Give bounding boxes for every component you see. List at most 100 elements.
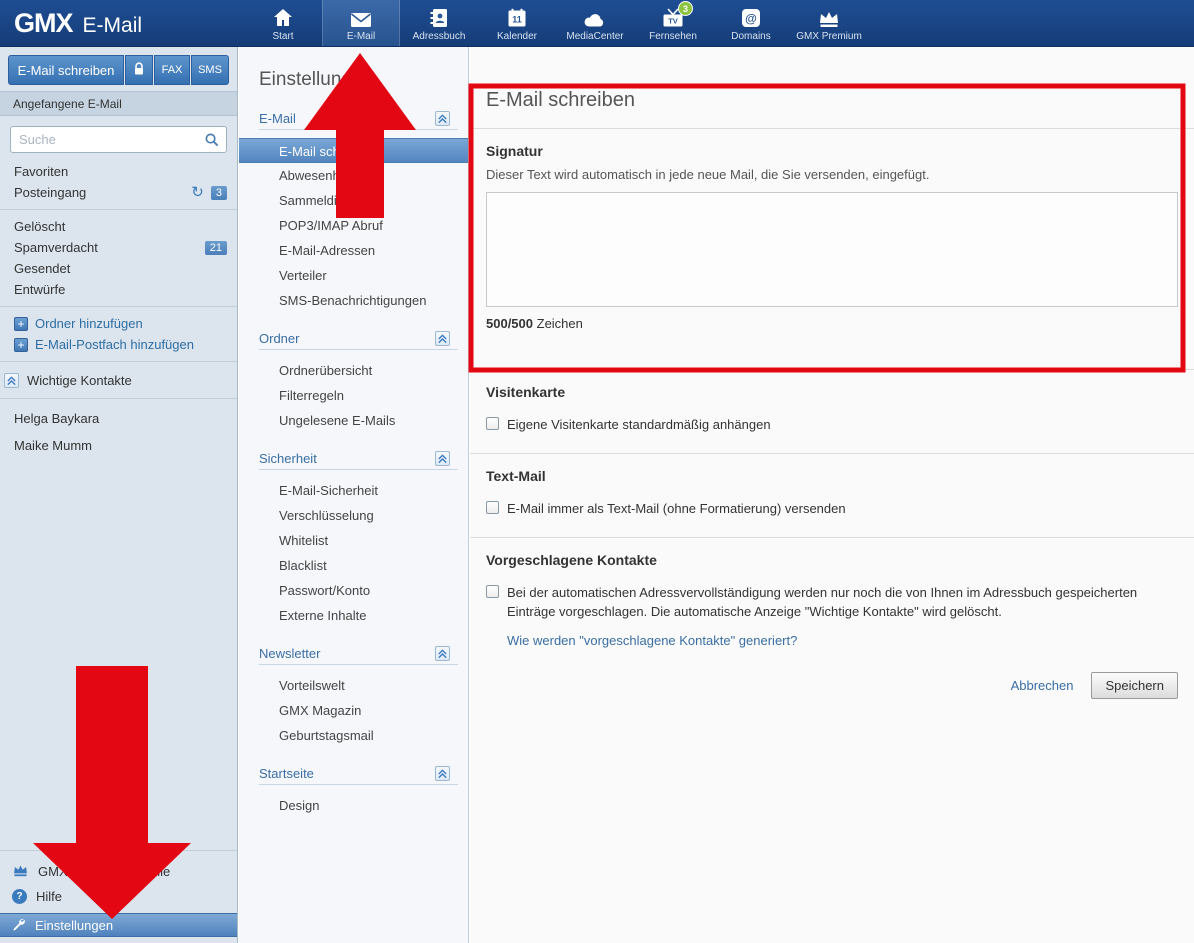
- folder-label: Posteingang: [14, 185, 86, 200]
- textmail-heading: Text-Mail: [486, 468, 1178, 484]
- menu-item-verteiler[interactable]: Verteiler: [239, 263, 468, 288]
- menu-item-sammeldienst[interactable]: Sammeldienst: [239, 188, 468, 213]
- menu-item-email-adressen[interactable]: E-Mail-Adressen: [239, 238, 468, 263]
- nav-label: MediaCenter: [566, 31, 623, 42]
- nav-item-adressbuch[interactable]: Adressbuch: [400, 0, 478, 46]
- menu-item-externe-inhalte[interactable]: Externe Inhalte: [239, 603, 468, 628]
- search-input[interactable]: [10, 126, 227, 153]
- visitenkarte-heading: Visitenkarte: [486, 384, 1178, 400]
- at-icon: @: [741, 6, 761, 28]
- menu-item-gmx-magazin[interactable]: GMX Magazin: [239, 698, 468, 723]
- spam-count-badge: 21: [205, 241, 227, 255]
- menu-item-geburtstagsmail[interactable]: Geburtstagsmail: [239, 723, 468, 748]
- nav-item-kalender[interactable]: 11 Kalender: [478, 0, 556, 46]
- menu-item-email-sicherheit[interactable]: E-Mail-Sicherheit: [239, 478, 468, 503]
- encrypted-compose-button[interactable]: [125, 55, 153, 85]
- brand-logo[interactable]: GMX E-Mail: [0, 8, 240, 39]
- sms-button[interactable]: SMS: [191, 55, 229, 85]
- collapse-icon[interactable]: [435, 646, 450, 661]
- hilfe-link[interactable]: ? Hilfe: [0, 884, 237, 909]
- cloud-icon: [583, 6, 607, 28]
- search-area: [0, 116, 237, 161]
- folder-item-favoriten[interactable]: Favoriten: [0, 161, 237, 182]
- addressbook-icon: [429, 6, 449, 28]
- folder-list: Favoriten Posteingang ↻ 3 Gelöscht Spamv…: [0, 161, 237, 459]
- collapse-icon[interactable]: [4, 373, 19, 388]
- nav-label: Kalender: [497, 31, 537, 42]
- add-folder-button[interactable]: + Ordner hinzufügen: [0, 313, 237, 334]
- crown-icon: [12, 864, 29, 880]
- settings-menu-panel: Einstellungen E-Mail E-Mail schreiben Ab…: [239, 47, 469, 943]
- visitenkarte-checkbox[interactable]: [486, 417, 499, 430]
- folder-item-spamverdacht[interactable]: Spamverdacht 21: [0, 237, 237, 258]
- folder-label: Gelöscht: [14, 219, 65, 234]
- add-mailbox-button[interactable]: + E-Mail-Postfach hinzufügen: [0, 334, 237, 355]
- contact-name: Maike Mumm: [14, 438, 92, 453]
- collapse-icon[interactable]: [435, 111, 450, 126]
- signature-heading: Signatur: [486, 143, 1178, 159]
- menu-item-sms-benachrichtigungen[interactable]: SMS-Benachrichtigungen: [239, 288, 468, 313]
- nav-label: E-Mail: [347, 31, 375, 42]
- signature-description: Dieser Text wird automatisch in jede neu…: [486, 167, 1178, 182]
- contact-name: Helga Baykara: [14, 411, 99, 426]
- collapse-icon[interactable]: [435, 451, 450, 466]
- menu-item-filterregeln[interactable]: Filterregeln: [239, 383, 468, 408]
- folder-item-geloescht[interactable]: Gelöscht: [0, 216, 237, 237]
- gmx-premium-vorteile-link[interactable]: GMX Premium Vorteile: [0, 859, 237, 884]
- fax-button[interactable]: FAX: [154, 55, 190, 85]
- nav-item-fernsehen[interactable]: TV 3 Fernsehen: [634, 0, 712, 46]
- important-contacts-label: Wichtige Kontakte: [27, 373, 132, 388]
- signature-section: Signatur Dieser Text wird automatisch in…: [470, 129, 1194, 370]
- menu-item-verschluesselung[interactable]: Verschlüsselung: [239, 503, 468, 528]
- nav-item-mediacenter[interactable]: MediaCenter: [556, 0, 634, 46]
- contact-item[interactable]: Helga Baykara: [0, 405, 237, 432]
- settings-content: E-Mail schreiben Signatur Dieser Text wi…: [470, 47, 1194, 943]
- section-newsletter-header[interactable]: Newsletter: [259, 646, 320, 661]
- refresh-icon[interactable]: ↻: [191, 185, 204, 200]
- menu-item-vorteilswelt[interactable]: Vorteilswelt: [239, 673, 468, 698]
- menu-item-whitelist[interactable]: Whitelist: [239, 528, 468, 553]
- search-icon[interactable]: [204, 132, 219, 150]
- top-nav: Start E-Mail Adressbuch 11 Kalender Medi…: [244, 0, 868, 46]
- menu-item-passwort-konto[interactable]: Passwort/Konto: [239, 578, 468, 603]
- collapse-icon[interactable]: [435, 331, 450, 346]
- visitenkarte-checkbox-label: Eigene Visitenkarte standardmäßig anhäng…: [507, 416, 771, 435]
- angefangene-email-item[interactable]: Angefangene E-Mail: [0, 91, 237, 116]
- cancel-button[interactable]: Abbrechen: [1011, 678, 1074, 693]
- compose-email-button[interactable]: E-Mail schreiben: [8, 55, 124, 85]
- calendar-icon: 11: [507, 6, 527, 28]
- nav-label: Fernsehen: [649, 31, 697, 42]
- section-startseite-header[interactable]: Startseite: [259, 766, 314, 781]
- menu-item-ungelesene-emails[interactable]: Ungelesene E-Mails: [239, 408, 468, 433]
- textmail-checkbox[interactable]: [486, 501, 499, 514]
- vorgeschlagene-checkbox[interactable]: [486, 585, 499, 598]
- folder-item-entwuerfe[interactable]: Entwürfe: [0, 279, 237, 300]
- nav-item-domains[interactable]: @ Domains: [712, 0, 790, 46]
- folder-item-posteingang[interactable]: Posteingang ↻ 3: [0, 182, 237, 203]
- menu-item-pop3-imap[interactable]: POP3/IMAP Abruf: [239, 213, 468, 238]
- menu-item-abwesenheit[interactable]: Abwesenheit: [239, 163, 468, 188]
- nav-item-start[interactable]: Start: [244, 0, 322, 46]
- brand-product-text: E-Mail: [83, 14, 143, 38]
- collapse-icon[interactable]: [435, 766, 450, 781]
- menu-item-blacklist[interactable]: Blacklist: [239, 553, 468, 578]
- signature-textarea[interactable]: [486, 192, 1178, 307]
- hilfe-label: Hilfe: [36, 889, 62, 904]
- menu-item-ordneruebersicht[interactable]: Ordnerübersicht: [239, 358, 468, 383]
- contact-item[interactable]: Maike Mumm: [0, 432, 237, 459]
- vorgeschlagene-heading: Vorgeschlagene Kontakte: [486, 552, 1178, 568]
- section-email-header[interactable]: E-Mail: [259, 111, 296, 126]
- menu-item-email-schreiben[interactable]: E-Mail schreiben: [239, 138, 468, 163]
- folder-label: Entwürfe: [14, 282, 65, 297]
- einstellungen-link[interactable]: Einstellungen: [0, 913, 237, 937]
- section-sicherheit-header[interactable]: Sicherheit: [259, 451, 317, 466]
- sidebar-bottom-links: GMX Premium Vorteile ? Hilfe Einstellung…: [0, 850, 237, 937]
- lock-icon: [133, 62, 145, 79]
- folder-item-gesendet[interactable]: Gesendet: [0, 258, 237, 279]
- kontakte-info-link[interactable]: Wie werden "vorgeschlagene Kontakte" gen…: [507, 633, 797, 648]
- nav-item-email[interactable]: E-Mail: [322, 0, 400, 46]
- section-ordner-header[interactable]: Ordner: [259, 331, 299, 346]
- save-button[interactable]: Speichern: [1091, 672, 1178, 699]
- menu-item-design[interactable]: Design: [239, 793, 468, 818]
- nav-item-gmx-premium[interactable]: GMX Premium: [790, 0, 868, 46]
